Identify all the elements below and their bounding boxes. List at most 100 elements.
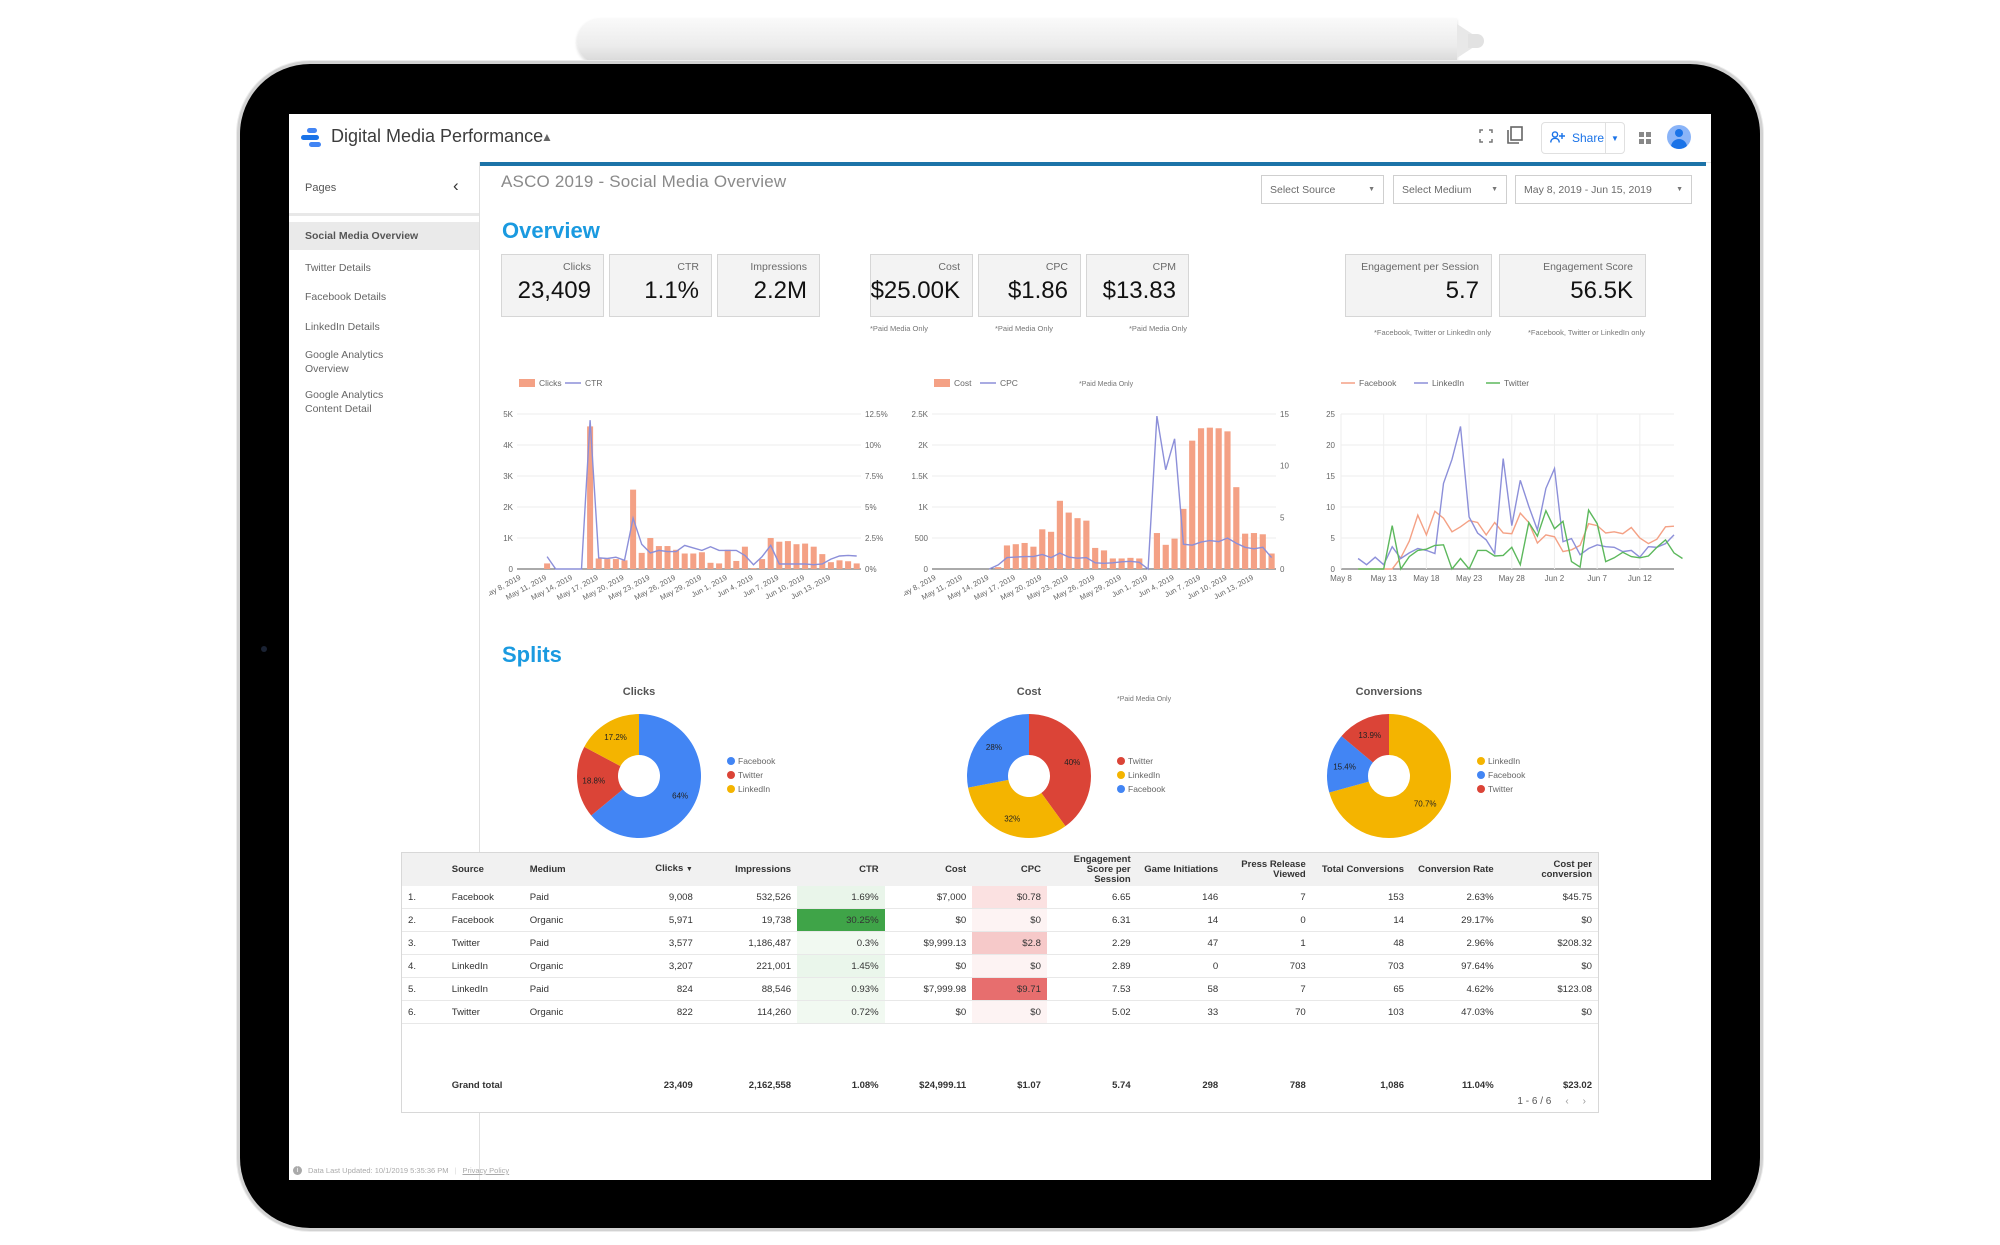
sidebar-item-facebook-details[interactable]: Facebook Details [289,290,479,304]
bar-cost [1109,558,1116,569]
y-left-tick-label: 3K [503,472,513,481]
table-cell: 9,008 [621,886,699,909]
y-left-tick-label: 2K [503,503,513,512]
privacy-policy-link[interactable]: Privacy Policy [462,1166,509,1175]
col-source[interactable]: Source [429,853,524,886]
legend-label: Twitter [1128,756,1153,766]
table-cell: 65 [1311,977,1410,1001]
grand-total-ctr: 1.08% [851,1079,879,1091]
pie-slice-label: 15.4% [1333,762,1356,771]
bar-clicks [595,558,602,569]
table-cell: 0 [1224,908,1312,932]
bar-clicks [544,563,551,569]
sidebar-item-google-analytics-overview[interactable]: Google Analytics Overview [289,348,409,376]
table-pagination: 1 - 6 / 6 ‹ › [1517,1096,1586,1107]
line-twitter [1358,508,1683,571]
y-right-tick-label: 0 [1280,565,1285,574]
col-game-initiations[interactable]: Game Initiations [1136,853,1225,886]
sidebar-item-linkedin-details[interactable]: LinkedIn Details [289,320,479,334]
table-cell: Organic [523,908,622,932]
table-row[interactable]: 1. Facebook Paid 9,008 532,526 1.69% $7,000 $0.… [402,886,1598,909]
col-cost-per-conversion[interactable]: Cost per conversion [1499,853,1598,886]
legend-label: CPC [1000,378,1018,388]
share-button[interactable]: Share ▼ [1541,122,1625,154]
table-cell: 6.31 [1046,908,1137,932]
col-press-release[interactable]: Press Release Viewed [1224,853,1312,886]
y-right-tick-label: 5 [1280,513,1285,522]
col-total-conversions[interactable]: Total Conversions [1311,853,1410,886]
y-tick-label: 5 [1331,534,1336,543]
performance-table-grid: Source Medium Clicks ▼ Impressions CTR C… [402,853,1598,1096]
source-filter[interactable]: Select Source ▼ [1261,175,1384,204]
pages-label: Pages [305,182,337,194]
fullscreen-icon[interactable] [1479,129,1493,147]
date-range-filter[interactable]: May 8, 2019 - Jun 15, 2019 ▼ [1515,175,1692,204]
col-ctr[interactable]: CTR [797,853,885,886]
col-medium[interactable]: Medium [523,853,622,886]
sidebar-item-twitter-details[interactable]: Twitter Details [289,261,479,275]
col-conversion-rate[interactable]: Conversion Rate [1409,853,1500,886]
table-row[interactable]: 6. Twitter Organic 822 114,260 0.72% $0 $0 5.02 3… [402,1000,1598,1024]
table-cell: 2. [402,908,430,932]
table-cell: 2.29 [1046,931,1137,955]
col-engagement-score[interactable]: Engagement Score per Session [1046,853,1137,886]
kpi-note: *Facebook, Twitter or LinkedIn only [1528,328,1646,337]
kpi-card-clicks: Clicks 23,409 [501,254,604,317]
table-cell: 1. [402,886,430,909]
col-impressions[interactable]: Impressions [698,853,798,886]
y-tick-label: 25 [1326,410,1335,419]
col-cost[interactable]: Cost [884,853,973,886]
legend-label: Twitter [738,770,763,780]
col-cpc[interactable]: CPC [972,853,1047,886]
y-left-tick-label: 2.5K [912,410,929,419]
copy-icon[interactable] [1507,126,1523,148]
kpi-label: CTR [677,261,699,273]
table-cell: 114,260 [698,1000,798,1024]
bar-clicks [784,541,791,569]
sidebar-item-google-analytics-content-detail[interactable]: Google Analytics Content Detail [289,388,409,416]
legend-swatch-clicks [519,379,535,387]
x-tick-label: May 28 [1499,574,1526,583]
pie-slice-label: 13.9% [1358,731,1381,740]
y-tick-label: 20 [1326,441,1335,450]
prev-page-icon[interactable]: ‹ [1565,1096,1568,1107]
table-row[interactable]: 5. LinkedIn Paid 824 88,546 0.93% $7,999.98 $9.… [402,977,1598,1001]
chevron-left-icon[interactable]: ‹ [453,176,459,196]
google-drive-icon[interactable]: ▲ [541,131,555,143]
table-cell: 6.65 [1046,886,1137,909]
bar-cost [1056,500,1063,569]
table-cell: 2.89 [1046,954,1137,978]
conversions-donut-svg: Conversions 70.7% 15.4% 13.9% LinkedIn Facebo… [1327,686,1526,838]
table-cell: 48 [1311,931,1410,955]
table-cell: $7,000 [884,886,973,909]
sidebar-item-social-media-overview[interactable]: Social Media Overview [289,222,479,250]
y-left-tick-label: 500 [915,534,929,543]
table-cell: 97.64% [1409,954,1500,978]
user-avatar-icon[interactable] [1667,125,1691,149]
apps-grid-icon[interactable] [1639,131,1651,149]
pie-slice-label: 70.7% [1414,800,1437,809]
col-clicks[interactable]: Clicks ▼ [621,853,699,886]
report-title[interactable]: Digital Media Performance [331,126,543,147]
cost-cpc-chart-svg: Cost CPC *Paid Media Only 0 500 1K 1.5K 2K 2.5K 0… [897,378,1290,602]
next-page-icon[interactable]: › [1583,1096,1586,1107]
legend-dot-linkedin [1477,757,1485,765]
table-header-row: Source Medium Clicks ▼ Impressions CTR C… [402,853,1598,886]
pie-title: Conversions [1356,686,1423,698]
medium-filter[interactable]: Select Medium ▼ [1393,175,1507,204]
x-tick-label: Jun 12 [1628,574,1653,583]
cost-donut-svg: Cost 40% 32% 28% Twitter LinkedIn Facebook *Pai… [967,686,1172,838]
y-right-tick-label: 2.5% [865,534,883,543]
legend-dot-facebook [727,757,735,765]
table-row[interactable]: 2. Facebook Organic 5,971 19,738 30.25% $0 $0 6.… [402,908,1598,932]
grand-total-cell [524,1074,622,1096]
table-row[interactable]: 3. Twitter Paid 3,577 1,186,487 0.3% $9,999.13… [402,931,1598,955]
legend-label: Facebook [1128,784,1166,794]
table-cell: $0 [972,1000,1047,1024]
data-studio-logo-icon[interactable] [301,128,323,148]
y-right-tick-label: 12.5% [865,410,888,419]
table-cell: 532,526 [698,886,798,909]
col-index [402,853,430,886]
table-row[interactable]: 4. LinkedIn Organic 3,207 221,001 1.45% $0 $0 2.… [402,954,1598,978]
share-dropdown-caret-icon[interactable]: ▼ [1605,123,1624,153]
